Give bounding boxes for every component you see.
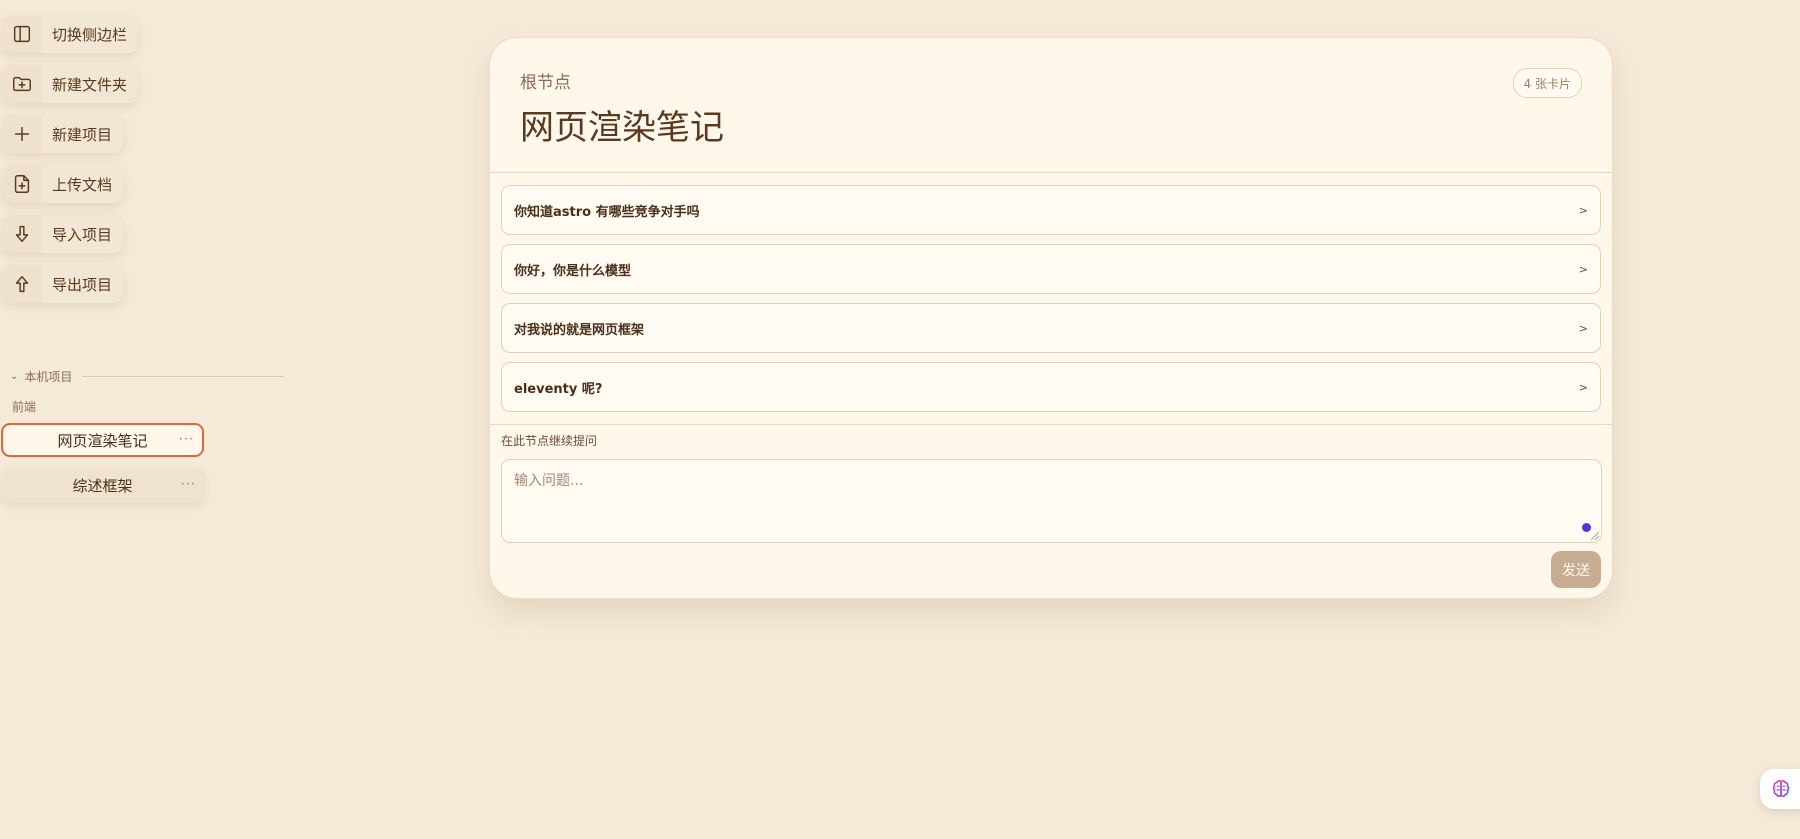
- import-project-label: 导入项目: [42, 215, 124, 253]
- ask-label: 在此节点继续提问: [501, 434, 598, 448]
- upload-document-label: 上传文档: [42, 165, 124, 203]
- arrow-down-icon: [2, 215, 42, 253]
- chevron-right-icon: >: [1578, 380, 1588, 394]
- card-row[interactable]: eleventy 呢? >: [501, 362, 1601, 412]
- upload-document-button[interactable]: 上传文档: [2, 165, 124, 203]
- toggle-sidebar-label: 切换侧边栏: [42, 15, 139, 53]
- toggle-sidebar-button[interactable]: 切换侧边栏: [2, 15, 139, 53]
- project-item-label: 网页渲染笔记: [57, 431, 148, 450]
- more-options-icon[interactable]: ···: [179, 433, 194, 448]
- card-row[interactable]: 对我说的就是网页框架 >: [501, 303, 1601, 353]
- resize-handle[interactable]: [1591, 532, 1599, 540]
- assistant-button[interactable]: [1760, 769, 1800, 809]
- card-row[interactable]: 你好，你是什么模型 >: [501, 244, 1601, 294]
- folder-label-frontend: 前端: [12, 400, 37, 414]
- section-label: 本机项目: [24, 370, 73, 384]
- send-button[interactable]: 发送: [1551, 551, 1601, 588]
- status-indicator-dot: [1582, 523, 1591, 532]
- file-plus-icon: [2, 165, 42, 203]
- chevron-right-icon: >: [1578, 262, 1588, 276]
- project-item-label: 综述框架: [72, 476, 133, 495]
- folder-plus-icon: [2, 65, 42, 103]
- export-project-button[interactable]: 导出项目: [2, 265, 124, 303]
- chevron-right-icon: >: [1578, 203, 1588, 217]
- chevron-right-icon: >: [1578, 321, 1588, 335]
- card-divider: [490, 424, 1612, 425]
- card-header: 根节点 网页渲染笔记 4 张卡片: [490, 38, 1612, 173]
- card-row-label: 对我说的就是网页框架: [514, 322, 645, 338]
- left-toolbar: 切换侧边栏 新建文件夹 新建项目 上传文档 导入项目 导出项目: [2, 15, 139, 303]
- section-divider: [82, 376, 284, 377]
- node-card: 根节点 网页渲染笔记 4 张卡片 你知道astro 有哪些竞争对手吗 > 你好，…: [489, 37, 1613, 599]
- arrow-up-icon: [2, 265, 42, 303]
- new-project-button[interactable]: 新建项目: [2, 115, 124, 153]
- sidebar-toggle-icon: [2, 15, 42, 53]
- more-options-icon[interactable]: ···: [181, 478, 196, 493]
- chevron-down-icon: ⌄: [10, 371, 19, 382]
- plus-icon: [2, 115, 42, 153]
- new-folder-label: 新建文件夹: [42, 65, 139, 103]
- new-folder-button[interactable]: 新建文件夹: [2, 65, 139, 103]
- import-project-button[interactable]: 导入项目: [2, 215, 124, 253]
- export-project-label: 导出项目: [42, 265, 124, 303]
- project-item-survey-framework[interactable]: 综述框架 ···: [1, 468, 204, 502]
- breadcrumb: 根节点: [520, 73, 571, 93]
- card-row-label: 你好，你是什么模型: [514, 263, 632, 279]
- card-row-label: eleventy 呢?: [514, 381, 603, 397]
- question-input[interactable]: 输入问题...: [501, 459, 1602, 543]
- card-count-badge: 4 张卡片: [1512, 68, 1582, 98]
- project-item-web-rendering-notes[interactable]: 网页渲染笔记 ···: [1, 423, 204, 457]
- local-projects-section-header[interactable]: ⌄ 本机项目: [10, 368, 284, 385]
- card-list: 你知道astro 有哪些竞争对手吗 > 你好，你是什么模型 > 对我说的就是网页…: [490, 173, 1612, 412]
- card-row-label: 你知道astro 有哪些竞争对手吗: [514, 204, 700, 220]
- card-row[interactable]: 你知道astro 有哪些竞争对手吗 >: [501, 185, 1601, 235]
- page-title: 网页渲染笔记: [520, 108, 724, 148]
- brain-icon: [1772, 780, 1790, 798]
- question-placeholder: 输入问题...: [514, 473, 584, 489]
- new-project-label: 新建项目: [42, 115, 124, 153]
